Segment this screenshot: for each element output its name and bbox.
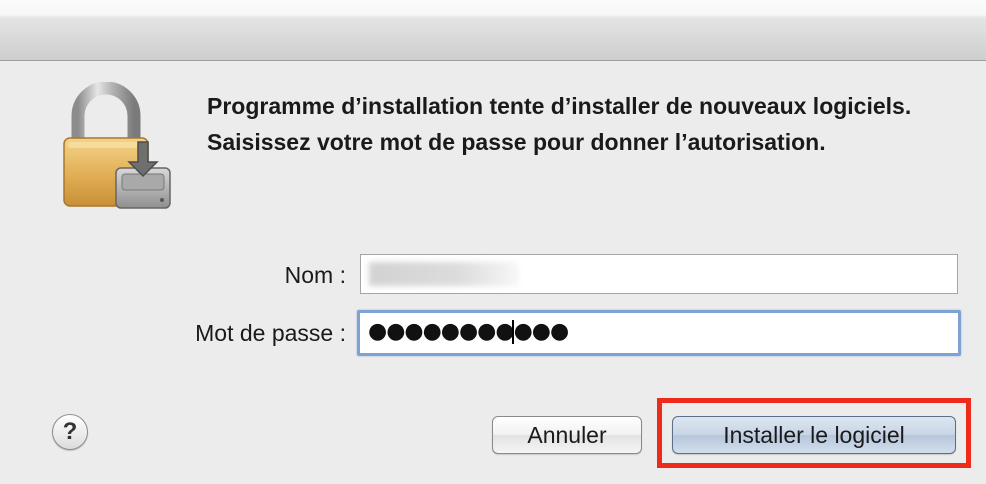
cancel-button[interactable]: Annuler <box>492 416 642 454</box>
dialog-titlebar <box>0 0 986 61</box>
password-mask: ●●●●●●●●●●● <box>368 319 569 344</box>
dialog-message: Programme d’installation tente d’install… <box>207 93 912 155</box>
name-label: Nom : <box>284 262 346 288</box>
password-label: Mot de passe : <box>195 320 346 346</box>
lock-with-disk-icon <box>63 82 171 209</box>
text-caret <box>512 320 514 344</box>
name-value-redacted <box>369 262 519 286</box>
password-field[interactable]: ●●●●●●●●●●● <box>357 310 961 356</box>
name-field[interactable] <box>360 254 958 294</box>
highlight-annotation <box>657 398 971 468</box>
help-button[interactable]: ? <box>52 414 88 450</box>
titlebar-fade <box>0 0 986 18</box>
